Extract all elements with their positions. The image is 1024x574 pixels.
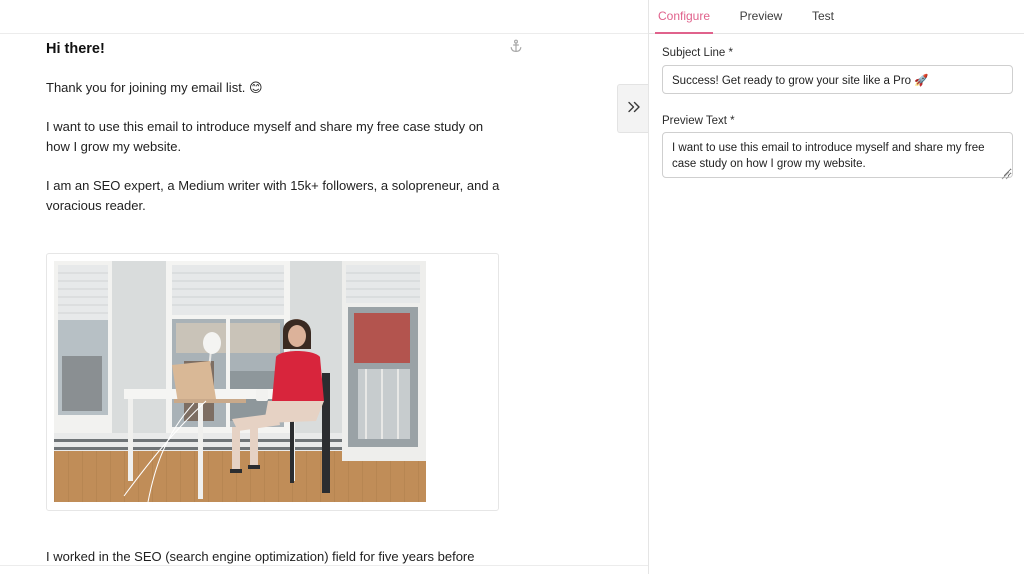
anchor-icon[interactable] [509,39,523,53]
panel-tabs: Configure Preview Test [649,0,1024,34]
settings-panel: Configure Preview Test Subject Line * Pr… [648,0,1024,574]
editor-bottombar [0,565,648,574]
email-paragraph[interactable]: I worked in the SEO (search engine optim… [46,547,506,567]
tab-test[interactable]: Test [810,0,836,33]
photo-illustration [54,261,426,502]
subject-line-label: Subject Line * [662,47,733,59]
email-paragraph[interactable]: I want to use this email to introduce my… [46,117,506,157]
email-editor-app: Hi there! Thank you for joining my email… [0,0,1024,574]
preview-text-label: Preview Text * [662,115,735,127]
email-paragraph[interactable]: I am an SEO expert, a Medium writer with… [46,176,506,216]
editor-topbar [0,0,648,34]
collapse-panel-button[interactable] [617,84,649,133]
email-editor: Hi there! Thank you for joining my email… [0,0,648,574]
email-paragraph[interactable]: Thank you for joining my email list. 😊 [46,78,506,98]
image-block[interactable] [46,253,499,511]
double-chevron-right-icon [627,100,641,118]
email-greeting[interactable]: Hi there! [46,41,105,57]
preview-text-input[interactable]: I want to use this email to introduce my… [662,132,1013,178]
tab-configure[interactable]: Configure [655,0,713,34]
resize-grip-icon[interactable] [1001,167,1010,180]
tab-preview[interactable]: Preview [739,0,783,33]
subject-line-input[interactable] [662,65,1013,94]
email-photo[interactable] [54,261,426,502]
